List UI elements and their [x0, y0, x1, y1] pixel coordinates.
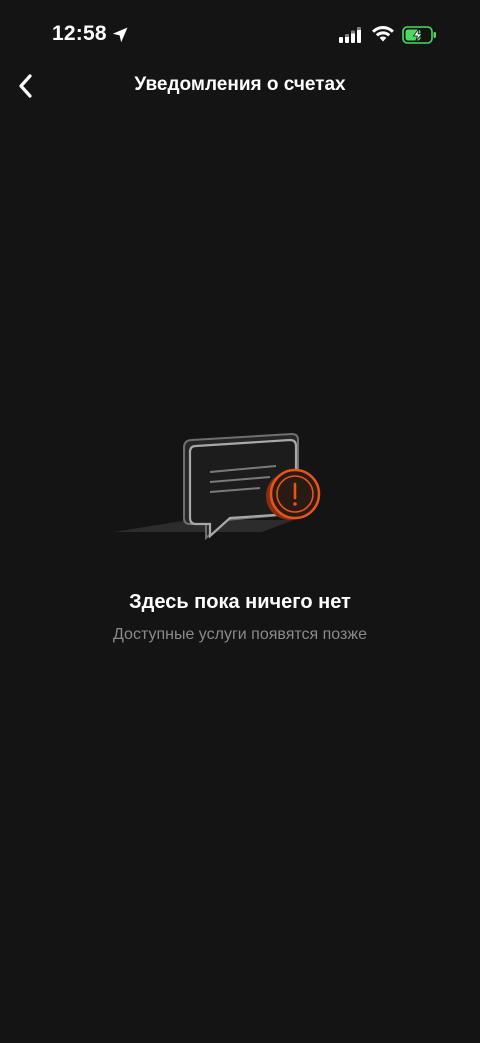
battery-charging-icon [402, 26, 436, 44]
empty-state-title: Здесь пока ничего нет [129, 591, 351, 613]
status-time: 12:58 [52, 22, 107, 45]
signal-icon [339, 27, 361, 43]
empty-state-subtitle: Доступные услуги появятся позже [113, 626, 367, 643]
chat-bubble-alert-icon [114, 432, 321, 541]
nav-header: Уведомления о счетах [0, 62, 480, 110]
page-title: Уведомления о счетах [134, 74, 346, 95]
location-arrow-icon [112, 27, 128, 43]
wifi-icon [372, 26, 394, 42]
